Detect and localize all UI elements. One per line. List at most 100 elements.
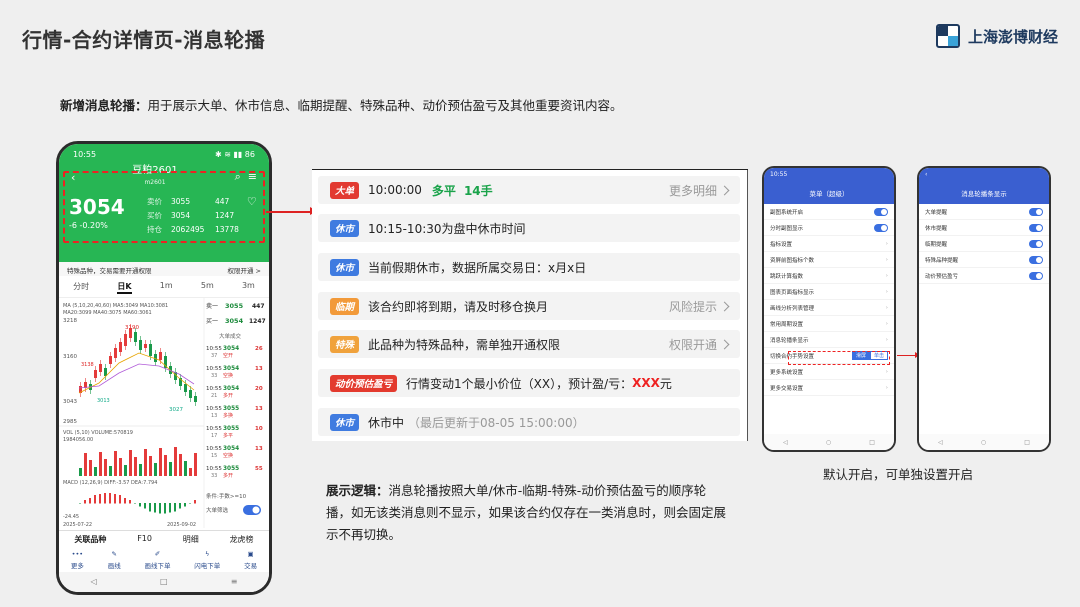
tab-5m[interactable]: 5m <box>201 281 214 294</box>
settings-item[interactable]: 跳跃计算指数 › <box>764 268 894 284</box>
volume-bar <box>124 465 127 476</box>
candle-body <box>189 390 192 398</box>
nav-home-icon[interactable]: □ <box>160 577 168 586</box>
notice-row-expiry[interactable]: 临期 该合约即将到期，请及时移仓换月 风险提示 <box>318 292 740 320</box>
macd-bar <box>154 503 156 513</box>
nav-home-icon[interactable]: ○ <box>981 439 986 446</box>
nav-home-icon[interactable]: ○ <box>826 439 831 446</box>
trade-count: 13 <box>211 413 217 419</box>
toggle-switch[interactable] <box>874 207 888 216</box>
ticker-settings-list: 大单提醒休市提醒临期提醒特殊品种提醒动价预估盈亏 <box>919 204 1049 284</box>
chevron-right-icon <box>719 301 730 311</box>
tab-detail[interactable]: 明细 <box>183 534 199 545</box>
ticker-setting-item[interactable]: 特殊品种提醒 <box>919 252 1049 268</box>
settings-item[interactable]: 指标设置 › <box>764 236 894 252</box>
volume-bar <box>89 460 92 476</box>
sp-system-nav: ◁ ○ □ <box>764 434 894 450</box>
trade-count: 21 <box>211 393 217 399</box>
sp-back-icon[interactable]: ‹ <box>925 171 927 178</box>
tab-related[interactable]: 关联品种 <box>74 534 106 545</box>
volume-bar <box>189 468 192 476</box>
trade-price: 3055 <box>223 426 239 432</box>
ticker-setting-item[interactable]: 休市提醒 <box>919 220 1049 236</box>
nav-menu-icon[interactable]: ≡ <box>231 577 238 586</box>
brand-logo-icon <box>935 24 960 48</box>
toggle-switch[interactable] <box>1029 239 1043 248</box>
settings-title: 菜单（超级） <box>809 190 849 198</box>
settings-item[interactable]: 图表页面指标显示 › <box>764 284 894 300</box>
settings-item[interactable]: 分时副图显示 <box>764 220 894 236</box>
chevron-right-icon: › <box>885 272 888 279</box>
risk-tip-link[interactable]: 风险提示 <box>669 298 730 315</box>
tab-f10[interactable]: F10 <box>137 534 152 545</box>
highlight-box <box>63 171 265 243</box>
trade-label: 交易 <box>244 562 258 570</box>
macd-bar <box>94 495 96 504</box>
macd-bar <box>109 493 111 504</box>
ticker-setting-label: 休市提醒 <box>925 225 948 232</box>
nav-back-icon[interactable]: ◁ <box>938 439 943 446</box>
notice-row-pnl[interactable]: 动价预估盈亏 行情变动1个最小价位（XX），预计盈/亏： XXX 元 <box>318 369 740 397</box>
more-button[interactable]: ••• 更多 <box>71 550 84 570</box>
tab-3m[interactable]: 3m <box>242 281 255 294</box>
nav-menu-icon[interactable]: □ <box>869 439 875 446</box>
nav-back-icon[interactable]: ◁ <box>783 439 788 446</box>
draw-button[interactable]: ✎ 画线 <box>108 550 121 570</box>
settings-item[interactable]: 副图系统开启 <box>764 204 894 220</box>
flash-order-button[interactable]: ϟ 闪电下单 <box>194 550 220 570</box>
trade-count: 33 <box>211 373 217 379</box>
permission-link[interactable]: 权限开通 <box>669 336 730 353</box>
nav-menu-icon[interactable]: □ <box>1024 439 1030 446</box>
settings-item[interactable]: 资屏前图指标个数 › <box>764 252 894 268</box>
trade-button[interactable]: ▣ 交易 <box>244 550 257 570</box>
nav-back-icon[interactable]: ◁ <box>91 577 97 586</box>
chevron-right-icon <box>719 185 730 195</box>
settings-item-label: 图表页面指标显示 <box>770 289 815 296</box>
settings-item[interactable]: 更多系统设置 › <box>764 364 894 380</box>
more-detail-link[interactable]: 更多明细 <box>669 182 730 199</box>
notice-row-break[interactable]: 休市 10:15-10:30为盘中休市时间 <box>318 214 740 242</box>
candle-body <box>119 342 122 352</box>
notice-row-special[interactable]: 特殊 此品种为特殊品种，需单独开通权限 权限开通 <box>318 330 740 358</box>
kline-chart[interactable]: MA (5,10,20,40,60) MA5:3049 MA10:3081 MA… <box>59 298 269 528</box>
more-label: 更多 <box>70 562 84 570</box>
tab-1m[interactable]: 1m <box>160 281 173 294</box>
notice-ticker[interactable]: 特殊品种，交易需要开通权限 权限开通 > <box>59 262 269 276</box>
toggle-switch[interactable] <box>1029 271 1043 280</box>
notice-row-closed[interactable]: 休市 休市中 （最后更新于08-05 15:00:00） <box>318 408 740 436</box>
ticker-setting-item[interactable]: 动价预估盈亏 <box>919 268 1049 284</box>
settings-item-label: 副图系统开启 <box>770 209 804 216</box>
trade-time: 10:55 <box>206 446 222 452</box>
ticker-setting-item[interactable]: 大单提醒 <box>919 204 1049 220</box>
notice-row-big-order[interactable]: 大单 10:00:00 多平 14手 更多明细 <box>318 176 740 204</box>
tab-daily-k[interactable]: 日K <box>117 281 132 294</box>
tab-timeshare[interactable]: 分时 <box>73 281 89 294</box>
trade-count: 33 <box>211 473 217 479</box>
macd-bar <box>174 503 176 512</box>
toggle-switch[interactable] <box>1029 255 1043 264</box>
settings-item[interactable]: 画线分析列表管理 › <box>764 300 894 316</box>
status-bar: 10:55 ✱ ≋ ▮▮ 86 <box>59 144 269 159</box>
ticker-setting-label: 特殊品种提醒 <box>925 257 959 264</box>
toggle-switch[interactable] <box>874 223 888 232</box>
macd-bars <box>79 493 196 514</box>
toggle-switch[interactable] <box>1029 223 1043 232</box>
settings-item[interactable]: 常用周期设置 › <box>764 316 894 332</box>
tab-dragon-tiger[interactable]: 龙虎榜 <box>230 534 254 545</box>
settings-header: 10:55 菜单（超级） <box>764 168 894 204</box>
trade-volume: 13 <box>255 446 263 452</box>
ticker-setting-item[interactable]: 临期提醒 <box>919 236 1049 252</box>
notice-text: 此品种为特殊品种，需单独开通权限 <box>368 337 561 352</box>
volume-bar <box>94 467 97 476</box>
pnl-unit: 元 <box>659 376 672 391</box>
draw-order-button[interactable]: ✐ 画线下单 <box>144 550 170 570</box>
kline-area[interactable]: MA (5,10,20,40,60) MA5:3049 MA10:3081 MA… <box>59 298 269 528</box>
ticker-action[interactable]: 权限开通 > <box>227 265 261 275</box>
status-icons: ✱ ≋ ▮▮ 86 <box>214 150 255 159</box>
macd-bar <box>99 494 101 504</box>
settings-item[interactable]: 更多交易设置 › <box>764 380 894 396</box>
notice-row-holiday[interactable]: 休市 当前假期休市，数据所属交易日：x月x日 <box>318 253 740 281</box>
settings-title: 消息轮播条显示 <box>961 190 1007 198</box>
toggle-switch[interactable] <box>1029 207 1043 216</box>
settings-item[interactable]: 消息轮播条显示 › <box>764 332 894 348</box>
